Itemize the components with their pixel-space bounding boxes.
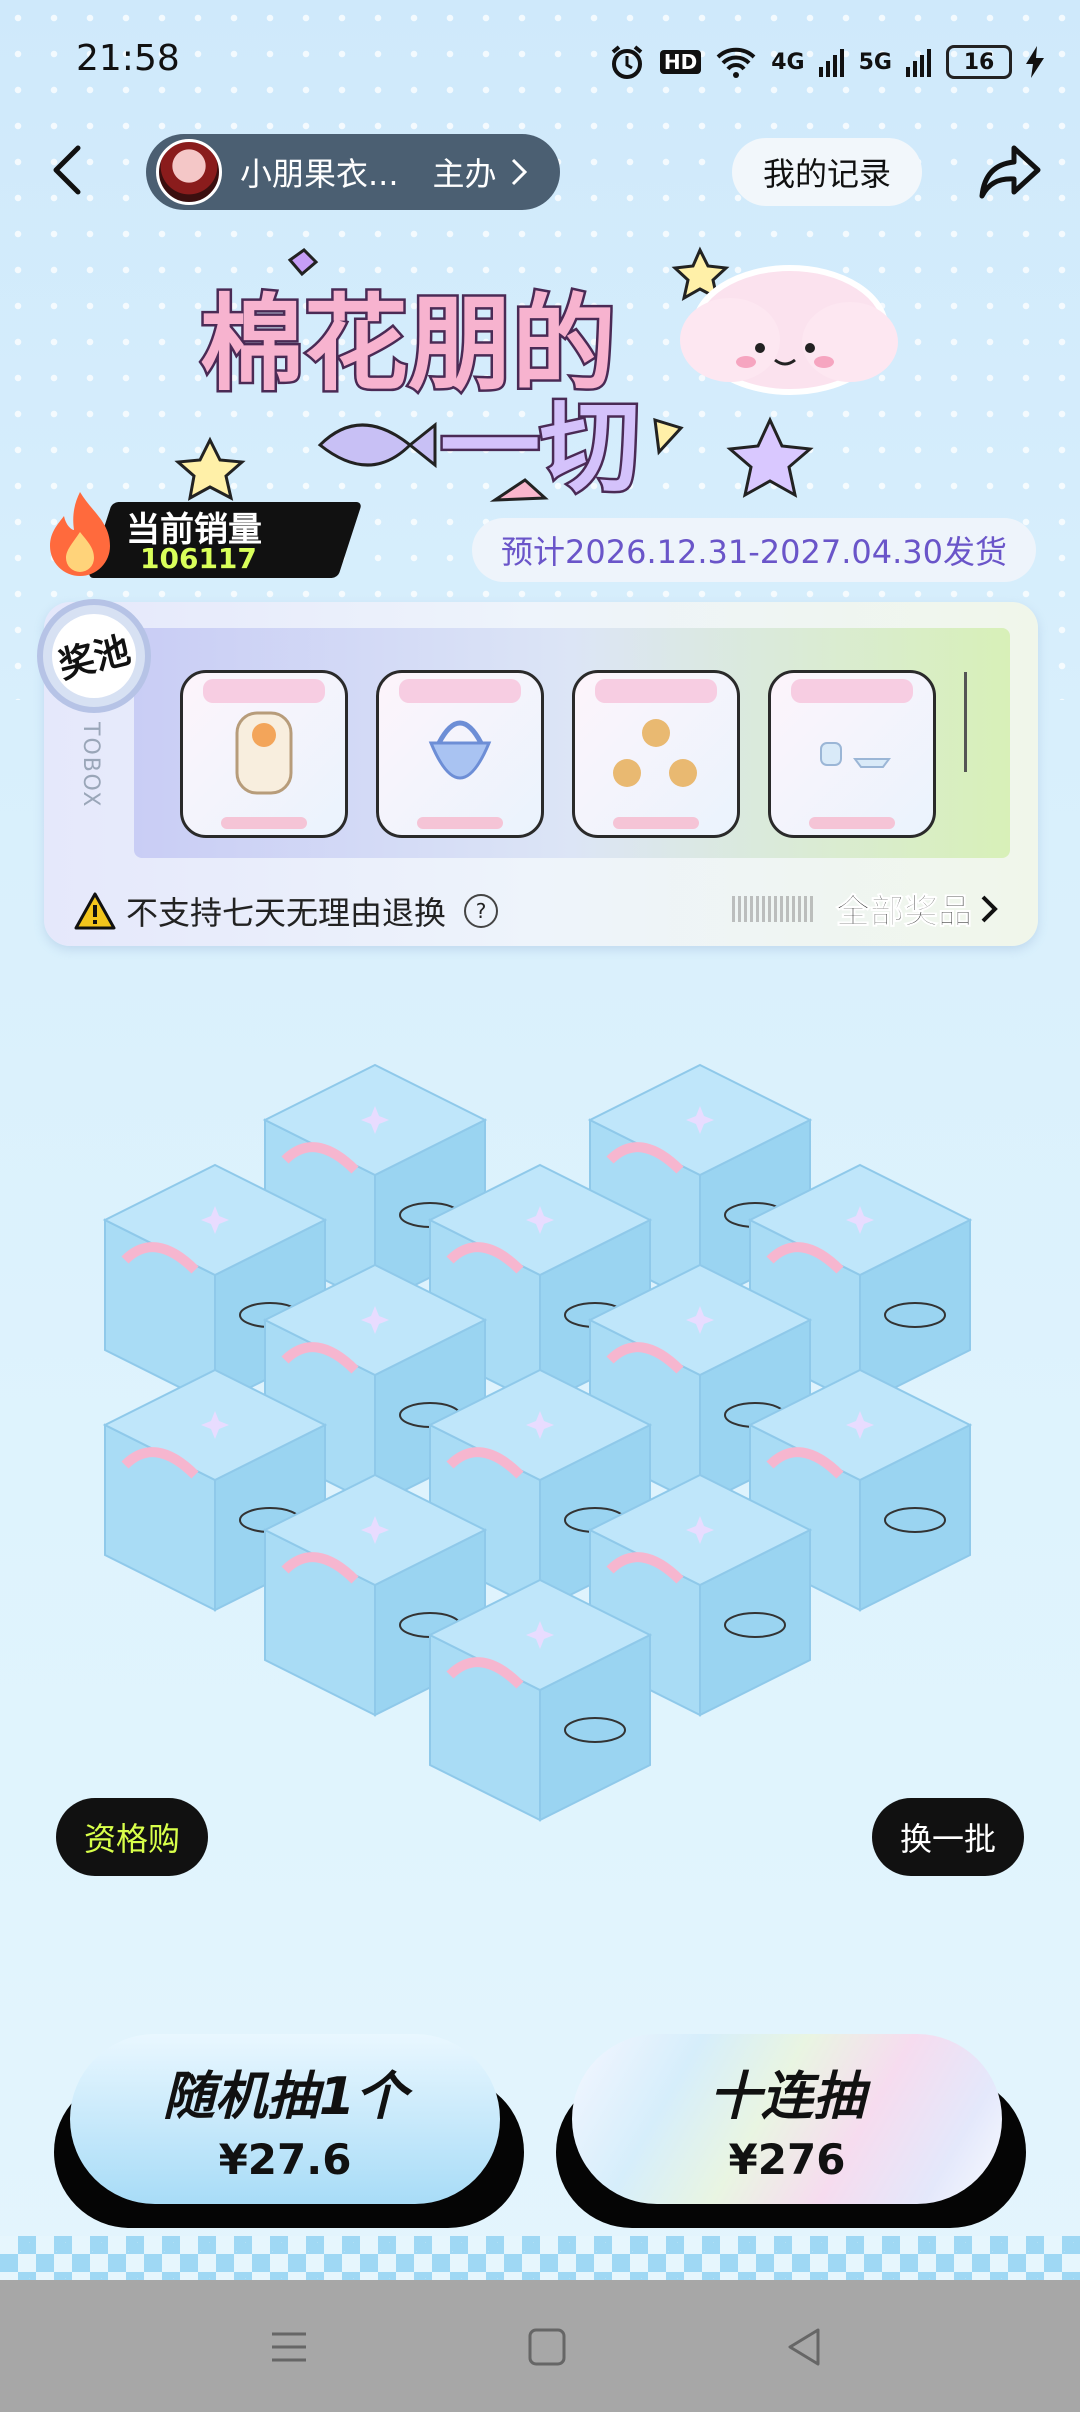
prize-item[interactable]: [768, 670, 936, 838]
prize-tag: [613, 817, 699, 829]
shipping-date: 预计2026.12.31-2027.04.30发货: [472, 518, 1036, 582]
menu-icon[interactable]: [264, 2322, 314, 2372]
avatar: [156, 139, 222, 205]
draw-ten-button[interactable]: 十连抽 ¥276: [556, 2034, 1026, 2228]
prize-image: [235, 711, 293, 795]
prize-pool-badge: 奖池: [37, 599, 151, 713]
swap-batch-button[interactable]: 换一批: [872, 1798, 1024, 1876]
sales-count: 106117: [140, 542, 257, 575]
chevron-right-icon: [981, 895, 998, 922]
prize-item[interactable]: [376, 670, 544, 838]
prize-tag: [221, 817, 307, 829]
all-prizes-label: 全部奖品: [836, 892, 973, 933]
return-notice-text: 不支持七天无理由退换: [126, 894, 447, 932]
status-bar: 21:58 HD 4G 5G 16: [0, 0, 1080, 120]
draw-one-button[interactable]: 随机抽1个 ¥27.6: [54, 2034, 524, 2228]
status-icons: HD 4G 5G 16: [608, 40, 1044, 84]
barcode-decoration: [732, 896, 816, 922]
network-4g: 4G: [771, 49, 805, 75]
charging-icon: [1026, 46, 1044, 78]
fire-icon: [50, 492, 110, 576]
prize-tag: [809, 817, 895, 829]
hd-icon: HD: [659, 50, 702, 74]
signal-icon-2: [906, 49, 931, 77]
back-arrow-icon[interactable]: [40, 140, 100, 200]
battery-icon: 16: [946, 45, 1012, 79]
banner-logo: 棉花朋的 一切: [174, 246, 898, 507]
banner-title-line1: 棉花朋的: [200, 287, 616, 403]
all-prizes-link[interactable]: 全部奖品: [836, 884, 1000, 933]
home-icon[interactable]: [522, 2322, 572, 2372]
wifi-icon: [716, 47, 756, 78]
draw-ten-title: 十连抽: [708, 2067, 865, 2127]
draw-ten-price: ¥276: [728, 2135, 846, 2184]
prize-image: [820, 742, 891, 768]
alarm-icon: [611, 45, 643, 79]
my-records-button[interactable]: 我的记录: [732, 138, 922, 206]
share-icon[interactable]: [978, 142, 1042, 202]
checker-border: [0, 2236, 1080, 2280]
signal-icon: [818, 49, 844, 77]
shop-name: 小朋果衣...: [240, 155, 399, 193]
draw-ten-face: 十连抽 ¥276: [572, 2034, 1002, 2204]
warning-icon: [74, 892, 116, 930]
prize-image: [613, 719, 697, 787]
help-icon[interactable]: ?: [464, 894, 499, 928]
draw-one-price: ¥27.6: [218, 2135, 352, 2184]
prize-item[interactable]: [572, 670, 740, 838]
system-nav-bar: [0, 2280, 1080, 2412]
network-5g: 5G: [858, 49, 892, 75]
shop-pill[interactable]: 小朋果衣... 主办: [146, 134, 560, 210]
pool-side-text: TOBOX: [78, 722, 103, 809]
prize-tag: [417, 817, 503, 829]
qualify-buy-button[interactable]: 资格购: [56, 1798, 208, 1876]
top-bar: 小朋果衣... 主办 我的记录: [0, 128, 1080, 218]
prize-pool-card: 奖池 TOBOX 不支持七天无理由退换 ? 全部奖品: [37, 599, 1038, 946]
host-label: 主办: [432, 155, 497, 193]
battery-level: 16: [963, 49, 995, 75]
draw-one-title: 随机抽1个: [162, 2067, 408, 2127]
return-notice: 不支持七天无理由退换 ?: [74, 888, 499, 934]
pool-scroll-indicator: [964, 672, 967, 772]
banner-title-line2: 一切: [440, 392, 640, 504]
status-time: 21:58: [76, 38, 180, 79]
draw-one-face: 随机抽1个 ¥27.6: [70, 2034, 500, 2204]
sales-badge: 当前销量 106117: [40, 488, 363, 588]
prize-item[interactable]: [180, 670, 348, 838]
back-triangle-icon[interactable]: [780, 2322, 830, 2372]
chevron-right-icon: [511, 158, 527, 186]
prize-image: [428, 720, 492, 780]
